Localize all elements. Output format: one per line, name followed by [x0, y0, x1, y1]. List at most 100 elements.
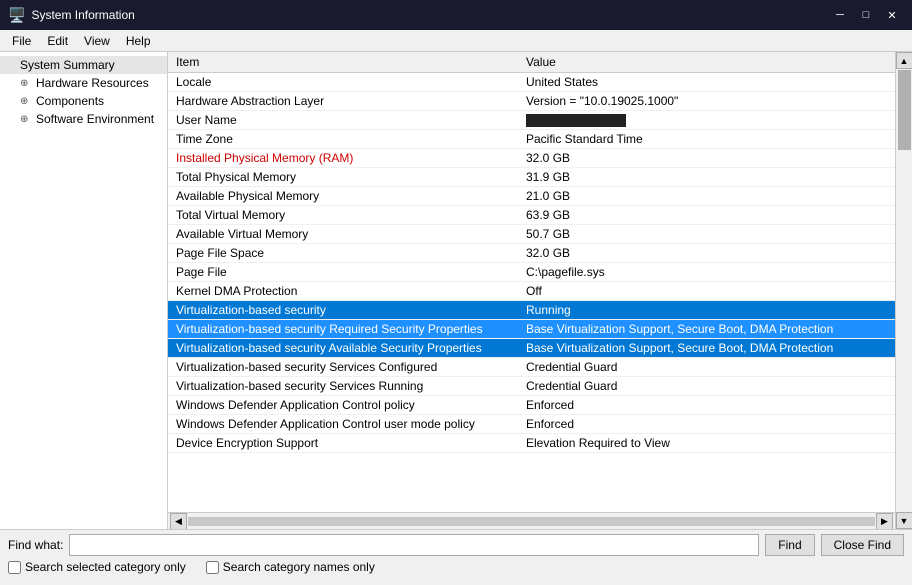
table-cell-value: 32.0 GB [518, 149, 895, 168]
minimize-button[interactable]: ─ [828, 5, 852, 25]
checkbox-selected-category-input[interactable] [8, 561, 21, 574]
horizontal-scrollbar[interactable]: ◀ ▶ [168, 512, 895, 529]
table-row: Kernel DMA ProtectionOff [168, 282, 895, 301]
table-row: Installed Physical Memory (RAM)32.0 GB [168, 149, 895, 168]
col-header-value: Value [518, 52, 895, 73]
maximize-button[interactable]: □ [854, 5, 878, 25]
table-row: Available Virtual Memory50.7 GB [168, 225, 895, 244]
table-cell-item: Total Virtual Memory [168, 206, 518, 225]
find-row: Find what: Find Close Find [8, 534, 904, 556]
table-cell-value [518, 111, 895, 130]
table-row: Device Encryption SupportElevation Requi… [168, 434, 895, 453]
table-cell-item: Windows Defender Application Control pol… [168, 396, 518, 415]
sidebar-item-software-environment[interactable]: ⊕ Software Environment [0, 110, 167, 128]
scroll-left-button[interactable]: ◀ [170, 513, 187, 530]
sidebar-item-system-summary[interactable]: System Summary [0, 56, 167, 74]
table-cell-item: Locale [168, 73, 518, 92]
table-cell-item: Device Encryption Support [168, 434, 518, 453]
scroll-track[interactable] [188, 517, 875, 526]
table-cell-value: Base Virtualization Support, Secure Boot… [518, 320, 895, 339]
table-cell-value: Running [518, 301, 895, 320]
table-cell-item: Available Physical Memory [168, 187, 518, 206]
menu-help[interactable]: Help [118, 32, 159, 50]
table-cell-item: Virtualization-based security Available … [168, 339, 518, 358]
expand-icon-components: ⊕ [20, 96, 36, 107]
table-row: Time ZonePacific Standard Time [168, 130, 895, 149]
table-cell-value: C:\pagefile.sys [518, 263, 895, 282]
table-cell-value: Credential Guard [518, 358, 895, 377]
checkbox-row: Search selected category only Search cat… [8, 560, 904, 574]
table-cell-item: Virtualization-based security [168, 301, 518, 320]
table-cell-value: 32.0 GB [518, 244, 895, 263]
table-row: Windows Defender Application Control use… [168, 415, 895, 434]
table-row: Virtualization-based security Services R… [168, 377, 895, 396]
checkbox-category-names-label: Search category names only [223, 560, 375, 574]
table-row: Page File Space32.0 GB [168, 244, 895, 263]
app-icon: 🖥️ [8, 7, 25, 24]
table-row: Available Physical Memory21.0 GB [168, 187, 895, 206]
sidebar-label-hardware-resources: Hardware Resources [36, 76, 149, 90]
find-label: Find what: [8, 538, 63, 552]
content-area: Item Value LocaleUnited StatesHardware A… [168, 52, 895, 529]
table-row: User Name [168, 111, 895, 130]
table-cell-item: Page File [168, 263, 518, 282]
menu-view[interactable]: View [76, 32, 118, 50]
table-row: LocaleUnited States [168, 73, 895, 92]
menu-bar: File Edit View Help [0, 30, 912, 52]
table-cell-value: United States [518, 73, 895, 92]
table-cell-value: Base Virtualization Support, Secure Boot… [518, 339, 895, 358]
table-cell-item: Virtualization-based security Services C… [168, 358, 518, 377]
main-layout: System Summary ⊕ Hardware Resources ⊕ Co… [0, 52, 912, 529]
sidebar-label-software-environment: Software Environment [36, 112, 154, 126]
sidebar-item-hardware-resources[interactable]: ⊕ Hardware Resources [0, 74, 167, 92]
scroll-right-button[interactable]: ▶ [876, 513, 893, 530]
sidebar-label-system-summary: System Summary [20, 58, 115, 72]
table-row: Total Physical Memory31.9 GB [168, 168, 895, 187]
table-cell-value: 21.0 GB [518, 187, 895, 206]
col-header-item: Item [168, 52, 518, 73]
content-table-container[interactable]: Item Value LocaleUnited StatesHardware A… [168, 52, 895, 512]
sidebar-item-components[interactable]: ⊕ Components [0, 92, 167, 110]
title-text: System Information [31, 8, 828, 22]
expand-icon-software: ⊕ [20, 114, 36, 125]
scroll-up-button[interactable]: ▲ [896, 52, 912, 69]
window-controls: ─ □ ✕ [828, 5, 904, 25]
menu-edit[interactable]: Edit [39, 32, 76, 50]
close-button[interactable]: ✕ [880, 5, 904, 25]
checkbox-category-names[interactable]: Search category names only [206, 560, 375, 574]
menu-file[interactable]: File [4, 32, 39, 50]
find-input[interactable] [69, 534, 759, 556]
table-cell-value: 63.9 GB [518, 206, 895, 225]
expand-icon-hardware: ⊕ [20, 78, 36, 89]
table-row: Hardware Abstraction LayerVersion = "10.… [168, 92, 895, 111]
checkbox-category-names-input[interactable] [206, 561, 219, 574]
table-cell-item: Installed Physical Memory (RAM) [168, 149, 518, 168]
checkbox-selected-category[interactable]: Search selected category only [8, 560, 186, 574]
table-cell-value: Version = "10.0.19025.1000" [518, 92, 895, 111]
table-cell-item: Hardware Abstraction Layer [168, 92, 518, 111]
table-cell-item: Page File Space [168, 244, 518, 263]
scroll-down-button[interactable]: ▼ [896, 512, 912, 529]
sidebar: System Summary ⊕ Hardware Resources ⊕ Co… [0, 52, 168, 529]
checkbox-selected-category-label: Search selected category only [25, 560, 186, 574]
scroll-thumb[interactable] [898, 70, 911, 150]
table-row: Virtualization-based security Available … [168, 339, 895, 358]
table-cell-value: Elevation Required to View [518, 434, 895, 453]
table-cell-value: Pacific Standard Time [518, 130, 895, 149]
table-cell-item: User Name [168, 111, 518, 130]
bottom-bar: Find what: Find Close Find Search select… [0, 529, 912, 585]
table-cell-value: Enforced [518, 415, 895, 434]
sidebar-label-components: Components [36, 94, 104, 108]
vertical-scrollbar[interactable]: ▲ ▼ [895, 52, 912, 529]
table-row: Windows Defender Application Control pol… [168, 396, 895, 415]
table-cell-value: Off [518, 282, 895, 301]
table-cell-item: Kernel DMA Protection [168, 282, 518, 301]
find-button[interactable]: Find [765, 534, 814, 556]
table-cell-value: 50.7 GB [518, 225, 895, 244]
table-row: Virtualization-based security Required S… [168, 320, 895, 339]
close-find-button[interactable]: Close Find [821, 534, 904, 556]
table-row: Virtualization-based securityRunning [168, 301, 895, 320]
table-cell-item: Virtualization-based security Required S… [168, 320, 518, 339]
table-cell-item: Available Virtual Memory [168, 225, 518, 244]
table-cell-item: Time Zone [168, 130, 518, 149]
